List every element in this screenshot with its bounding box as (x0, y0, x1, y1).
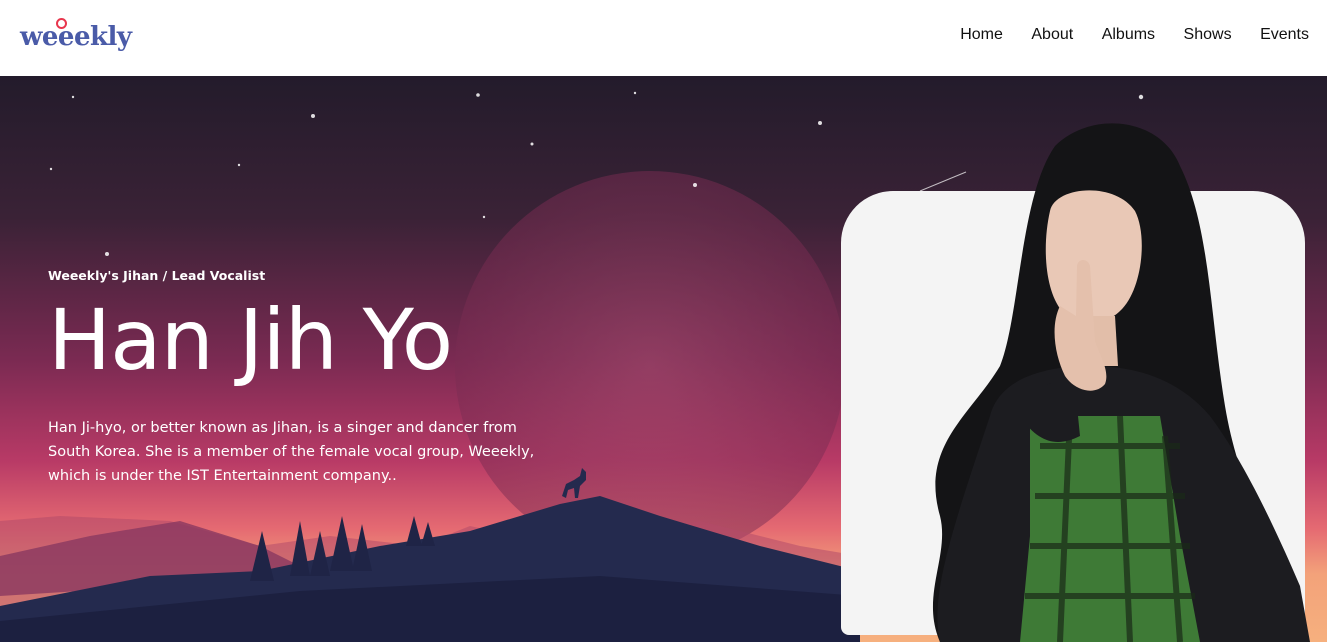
brand-logo[interactable]: weeekly (20, 18, 140, 58)
nav-albums-link[interactable]: Albums (1102, 26, 1155, 44)
hero-subtitle: Weeekly's Jihan / Lead Vocalist (48, 268, 266, 283)
nav-shows-link[interactable]: Shows (1184, 26, 1232, 44)
site-header: weeekly Home About Albums Shows Events (0, 0, 1327, 76)
member-portrait-image (932, 123, 1310, 642)
nav-home-link[interactable]: Home (960, 26, 1003, 44)
hero-title: Han Jih Yo (48, 291, 453, 389)
nav-about-link[interactable]: About (1031, 26, 1073, 44)
logo-accent-icon (56, 18, 67, 29)
logo-text: weeekly (20, 22, 132, 52)
main-nav: Home About Albums Shows Events (932, 26, 1309, 44)
nav-events-link[interactable]: Events (1260, 26, 1309, 44)
hero-description: Han Ji-hyo, or better known as Jihan, is… (48, 420, 535, 484)
hero-section: Weeekly's Jihan / Lead Vocalist Han Jih … (0, 76, 1327, 642)
